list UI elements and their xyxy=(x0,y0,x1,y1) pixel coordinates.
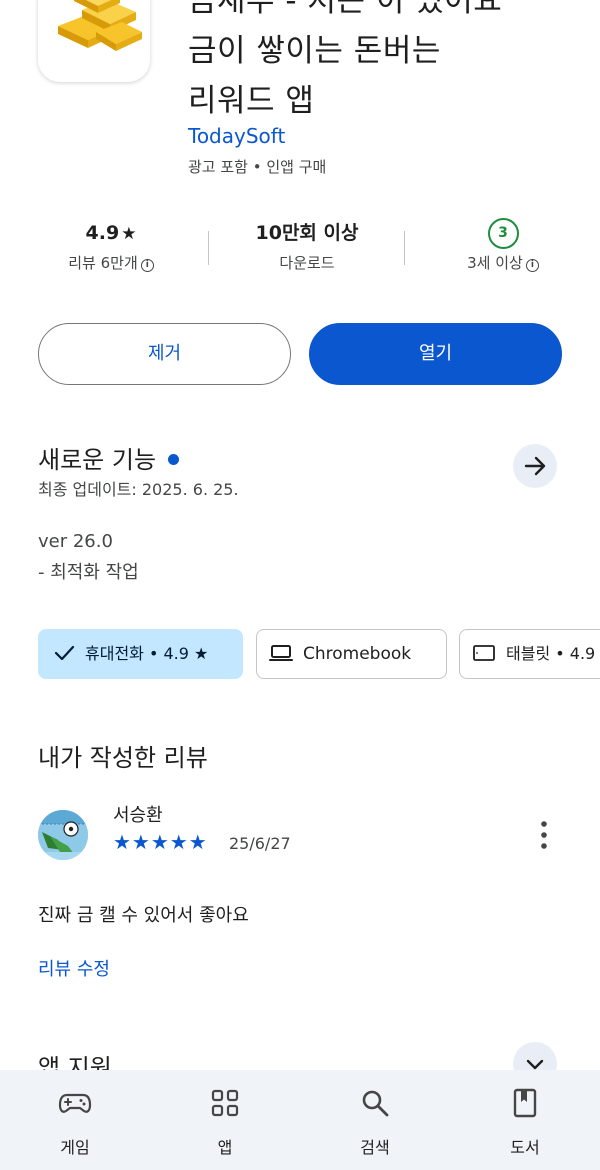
review-text: 진짜 금 캘 수 있어서 좋아요 xyxy=(38,905,249,926)
nav-books[interactable]: 도서 xyxy=(475,1088,575,1158)
avatar xyxy=(38,810,88,860)
uninstall-button[interactable]: 제거 xyxy=(38,323,291,385)
last-updated: 최종 업데이트: 2025. 6. 25. xyxy=(38,480,239,499)
nav-search[interactable]: 검색 xyxy=(325,1088,425,1158)
stat-divider xyxy=(404,231,405,265)
search-icon xyxy=(362,1090,389,1117)
app-title: 금새부 - 저는 이 있어요 금이 쌓이는 돈버는 리워드 앱 xyxy=(188,0,588,126)
downloads-value: 10만회 이상 xyxy=(255,222,359,244)
bottom-navigation: 게임 앱 검색 도서 xyxy=(0,1070,600,1170)
device-chip-tablet-label: 태블릿 • 4.9 xyxy=(506,644,596,663)
rating-stat[interactable]: 4.9 ★ 리뷰 6만개 i xyxy=(26,215,196,275)
avatar-image xyxy=(38,810,88,860)
arrow-right-icon xyxy=(524,456,546,476)
release-notes: ver 26.0 - 최적화 작업 xyxy=(38,526,139,588)
review-stars: ★★★★★ xyxy=(113,830,208,854)
release-note-item: - 최적화 작업 xyxy=(38,562,139,583)
app-icon xyxy=(38,0,150,82)
review-date: 25/6/27 xyxy=(229,834,291,853)
gold-bars-icon xyxy=(58,0,142,51)
gamepad-icon xyxy=(58,1093,92,1113)
my-review-title: 내가 작성한 리뷰 xyxy=(38,744,208,772)
device-chip-phone[interactable]: 휴대전화 • 4.9 ★ xyxy=(38,629,243,679)
app-meta: 광고 포함 • 인앱 구매 xyxy=(188,158,327,176)
developer-link[interactable]: TodaySoft xyxy=(188,124,285,148)
nav-apps-label: 앱 xyxy=(217,1138,233,1157)
nav-games-label: 게임 xyxy=(60,1138,90,1157)
stats-row: 4.9 ★ 리뷰 6만개 i 10만회 이상 다운로드 3 3세 이상 i xyxy=(0,215,600,285)
whats-new-title[interactable]: 새로운 기능 xyxy=(38,440,180,475)
rating-value: 4.9 xyxy=(85,222,120,244)
reviewer-name: 서승환 xyxy=(113,805,163,826)
apps-grid-icon xyxy=(211,1089,239,1117)
downloads-stat: 10만회 이상 다운로드 xyxy=(222,215,392,275)
app-title-line-1: 금새부 - 저는 이 있어요 xyxy=(188,0,503,19)
app-title-line-2: 금이 쌓이는 돈버는 xyxy=(188,33,441,69)
app-title-line-3: 리워드 앱 xyxy=(188,83,315,119)
nav-games[interactable]: 게임 xyxy=(25,1088,125,1158)
more-vert-icon xyxy=(541,821,547,849)
device-chip-chromebook-label: Chromebook xyxy=(303,644,412,664)
device-chip-chromebook[interactable]: Chromebook xyxy=(256,629,447,679)
age-rating-label: 3세 이상 xyxy=(467,254,523,272)
tablet-icon xyxy=(473,645,495,661)
whats-new-arrow-button[interactable] xyxy=(513,444,557,488)
edit-review-link[interactable]: 리뷰 수정 xyxy=(38,955,110,981)
age-rating-stat[interactable]: 3 3세 이상 i xyxy=(418,215,588,275)
check-icon xyxy=(54,645,75,661)
more-options-button[interactable] xyxy=(532,818,556,852)
star-icon: ★ xyxy=(121,224,137,244)
nav-books-label: 도서 xyxy=(510,1138,540,1157)
laptop-icon xyxy=(269,644,293,661)
info-icon: i xyxy=(525,259,539,272)
release-version: ver 26.0 xyxy=(38,531,113,552)
nav-search-label: 검색 xyxy=(360,1138,390,1157)
downloads-label: 다운로드 xyxy=(279,254,335,272)
device-chip-phone-label: 휴대전화 • 4.9 ★ xyxy=(85,644,209,663)
new-indicator-dot xyxy=(168,453,180,465)
reviews-count: 리뷰 6만개 xyxy=(68,254,138,272)
open-button[interactable]: 열기 xyxy=(309,323,562,385)
stat-divider xyxy=(208,231,209,265)
book-icon xyxy=(513,1088,537,1118)
age-rating-badge: 3 xyxy=(487,218,519,249)
device-chip-tablet[interactable]: 태블릿 • 4.9 xyxy=(459,629,600,679)
nav-apps[interactable]: 앱 xyxy=(175,1088,275,1158)
info-icon: i xyxy=(140,259,154,272)
whats-new-title-text: 새로운 기능 xyxy=(38,446,157,474)
